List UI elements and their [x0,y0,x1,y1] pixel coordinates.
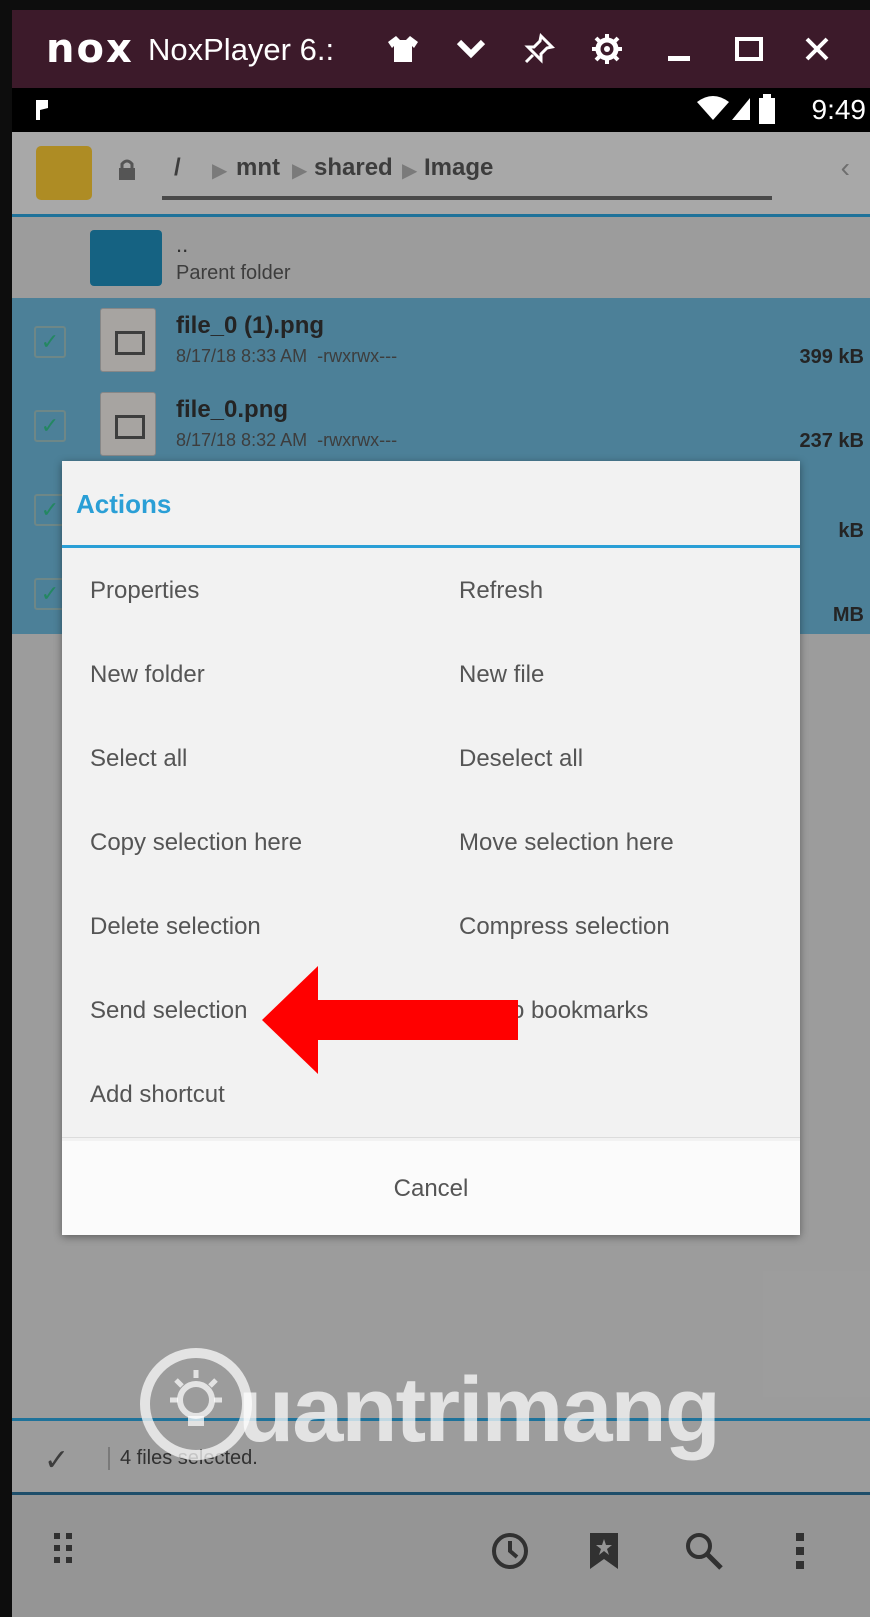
action-label: New folder [90,661,205,688]
action-compress-selection[interactable]: Compress selection [431,885,800,970]
battery-icon [758,94,776,129]
action-label: Deselect all [459,745,584,772]
action-delete-selection[interactable]: Delete selection [62,885,431,970]
status-time: 9:49 [811,94,867,125]
action-label: Copy selection here [90,829,303,856]
action-properties[interactable]: Properties [62,549,431,634]
wifi-icon [696,96,730,127]
action-label: o bookmarks [511,997,649,1024]
chevron-down-icon[interactable] [450,28,492,70]
dialog-title-divider [62,545,800,548]
action-copy-selection-here[interactable]: Copy selection here [62,801,431,886]
settings-gear-icon[interactable] [586,28,628,70]
android-status-bar: 9:49 [12,88,870,132]
signal-icon [730,96,752,127]
pin-icon[interactable] [518,28,560,70]
shirt-icon[interactable] [382,28,424,70]
action-label: Properties [90,577,200,604]
action-deselect-all[interactable]: Deselect all [431,717,800,802]
window-title: NoxPlayer 6.: [148,32,335,67]
action-new-file[interactable]: New file [431,633,800,718]
maximize-icon[interactable] [728,28,770,70]
action-label: Delete selection [90,913,261,940]
actions-dialog: Actions Properties Refresh New folder Ne… [62,461,800,1235]
watermark: uantrimang [140,1348,721,1478]
cancel-label: Cancel [393,1175,469,1202]
action-select-all[interactable]: Select all [62,717,431,802]
red-arrow-annotation [262,966,522,1074]
lightbulb-logo-icon [140,1348,252,1460]
watermark-text: uantrimang [238,1359,721,1461]
emulator-title-bar: nox NoxPlayer 6.: [12,10,870,88]
action-move-selection-here[interactable]: Move selection here [431,801,800,886]
action-label: Refresh [459,577,544,604]
cancel-button[interactable]: Cancel [62,1141,800,1235]
notification-icon [34,98,54,127]
dialog-title: Actions [76,489,172,519]
nox-logo: nox [46,26,134,72]
action-refresh[interactable]: Refresh [431,549,800,634]
action-label: New file [459,661,545,688]
action-label: Send selection [90,997,248,1024]
close-icon[interactable] [796,28,838,70]
minimize-icon[interactable] [658,28,700,70]
action-new-folder[interactable]: New folder [62,633,431,718]
action-label: Add shortcut [90,1081,225,1108]
action-label: Select all [90,745,188,772]
action-label: Move selection here [459,829,674,856]
action-label: Compress selection [459,913,670,940]
